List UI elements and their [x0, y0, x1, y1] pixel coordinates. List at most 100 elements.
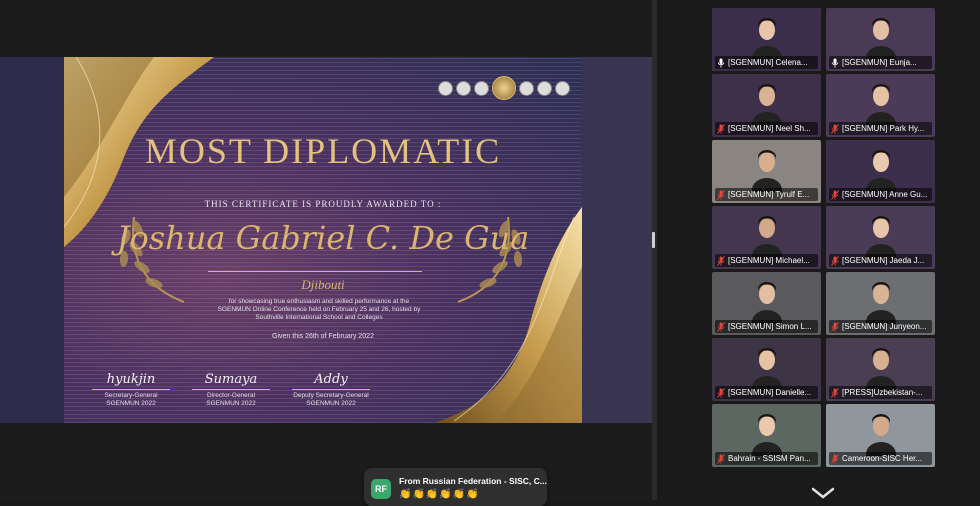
participant-tile[interactable]: [SGENMUN] Jaeda J... — [826, 206, 935, 269]
participant-label: [SGENMUN] Junyeon... — [829, 320, 932, 333]
mic-icon — [717, 58, 725, 67]
participant-tile[interactable]: [SGENMUN] Junyeon... — [826, 272, 935, 335]
signature-block: Addy Deputy Secretary-General SGENMUN 20… — [286, 372, 376, 408]
participant-tile[interactable]: [SGENMUN] Michael... — [712, 206, 821, 269]
participant-name: [SGENMUN] Jaeda J... — [842, 256, 925, 265]
participant-name: [SGENMUN] Junyeon... — [842, 322, 927, 331]
signatory-org: SGENMUN 2022 — [206, 400, 256, 407]
mic-muted-icon — [831, 123, 839, 134]
participant-tile[interactable]: Cameroon-SISC Her... — [826, 404, 935, 467]
name-underline — [208, 271, 422, 272]
mic-muted-icon — [717, 255, 725, 266]
signature-block: hyukjin Secretary-General SGENMUN 2022 — [86, 372, 176, 408]
participant-video — [751, 150, 782, 192]
participant-tile[interactable]: [SGENMUN] Park Hy... — [826, 74, 935, 137]
participant-tile[interactable]: Bahrain - SSISM Pan... — [712, 404, 821, 467]
award-description: for showcasing true enthusiasm and skill… — [217, 298, 421, 321]
chat-notification[interactable]: RF From Russian Federation - SISC, C... … — [364, 468, 547, 506]
mic-muted-icon — [717, 453, 725, 464]
mic-muted-icon — [831, 189, 839, 200]
recipient-country: Djibouti — [301, 277, 345, 292]
participant-label: Bahrain - SSISM Pan... — [715, 452, 818, 465]
participant-tile[interactable]: [SGENMUN] Eunja... — [826, 8, 935, 71]
participant-label: [SGENMUN] Celena... — [715, 56, 818, 69]
mic-muted-icon — [831, 453, 839, 464]
participant-tile[interactable]: [SGENMUN] Tyrulf E... — [712, 140, 821, 203]
participant-video — [865, 150, 896, 192]
participant-video — [751, 348, 782, 390]
participant-video — [751, 414, 782, 456]
participant-video — [751, 84, 782, 126]
participant-label: [PRESS]Uzbekistan-... — [829, 386, 932, 399]
participant-label: [SGENMUN] Michael... — [715, 254, 818, 267]
signatory-role: Secretary-General — [104, 392, 158, 399]
participant-label: [SGENMUN] Neel Sh... — [715, 122, 818, 135]
school-logo — [519, 80, 534, 96]
chat-message: 👏👏👏👏👏👏 — [399, 489, 480, 500]
participant-tile[interactable]: [SGENMUN] Danielle... — [712, 338, 821, 401]
award-date: Given this 26th of February 2022 — [272, 333, 374, 340]
participant-label: [SGENMUN] Danielle... — [715, 386, 818, 399]
signature: Addy — [314, 372, 348, 387]
participant-name: [SGENMUN] Simon L... — [728, 322, 812, 331]
mic-muted-icon — [717, 189, 725, 200]
participant-video — [865, 348, 896, 390]
school-logo — [555, 80, 570, 96]
sgenmun-seal-logo — [492, 76, 516, 100]
participant-tile[interactable]: [PRESS]Uzbekistan-... — [826, 338, 935, 401]
mic-muted-icon — [717, 387, 725, 398]
school-logo — [438, 80, 453, 96]
splitter-handle[interactable] — [652, 232, 655, 248]
participant-name: [SGENMUN] Eunja... — [842, 58, 917, 67]
participant-label: [SGENMUN] Jaeda J... — [829, 254, 932, 267]
participant-label: [SGENMUN] Eunja... — [829, 56, 932, 69]
mic-icon — [831, 58, 839, 67]
participant-video — [865, 282, 896, 324]
participant-name: [SGENMUN] Celena... — [728, 58, 808, 67]
signatory-role: Deputy Secretary-General — [293, 392, 369, 399]
signature: Sumaya — [204, 372, 258, 387]
participant-name: [SGENMUN] Park Hy... — [842, 124, 925, 133]
award-title: MOST DIPLOMATIC — [144, 131, 502, 171]
mic-muted-icon — [717, 123, 725, 134]
mic-muted-icon — [831, 321, 839, 332]
participant-name: Cameroon-SISC Her... — [842, 454, 923, 463]
participant-name: [PRESS]Uzbekistan-... — [842, 388, 923, 397]
signature-block: Sumaya Director-General SGENMUN 2022 — [186, 372, 276, 408]
participant-video — [865, 414, 896, 456]
chat-sender: From Russian Federation - SISC, C... — [399, 476, 547, 486]
chat-avatar: RF — [371, 479, 391, 499]
participant-label: Cameroon-SISC Her... — [829, 452, 932, 465]
school-logo — [537, 80, 552, 96]
participant-name: [SGENMUN] Michael... — [728, 256, 810, 265]
certificate: MOST DIPLOMATIC THIS CERTIFICATE IS PROU… — [64, 57, 582, 423]
chevron-down-icon[interactable] — [810, 487, 836, 499]
participant-video — [865, 18, 896, 60]
shared-screen: MOST DIPLOMATIC THIS CERTIFICATE IS PROU… — [0, 0, 652, 500]
mic-muted-icon — [831, 387, 839, 398]
participant-label: [SGENMUN] Simon L... — [715, 320, 818, 333]
participant-tile[interactable]: [SGENMUN] Celena... — [712, 8, 821, 71]
mic-muted-icon — [831, 255, 839, 266]
participant-name: [SGENMUN] Danielle... — [728, 388, 812, 397]
signatory-org: SGENMUN 2022 — [106, 400, 156, 407]
mic-muted-icon — [717, 321, 725, 332]
participant-label: [SGENMUN] Park Hy... — [829, 122, 932, 135]
recipient-name: Joshua Gabriel C. De Gua — [116, 219, 530, 257]
participant-video — [865, 84, 896, 126]
participant-tile[interactable]: [SGENMUN] Simon L... — [712, 272, 821, 335]
participant-name: [SGENMUN] Anne Gu... — [842, 190, 928, 199]
participant-gallery: [SGENMUN] Celena... [SGENMUN] Eunja... [SG… — [657, 0, 980, 500]
participant-name: Bahrain - SSISM Pan... — [728, 454, 811, 463]
participant-name: [SGENMUN] Tyrulf E... — [728, 190, 810, 199]
participant-tile[interactable]: [SGENMUN] Anne Gu... — [826, 140, 935, 203]
share-background-right — [582, 57, 652, 423]
participant-video — [751, 282, 782, 324]
participant-label: [SGENMUN] Anne Gu... — [829, 188, 932, 201]
participant-tile[interactable]: [SGENMUN] Neel Sh... — [712, 74, 821, 137]
signature: hyukjin — [106, 372, 156, 387]
sponsor-logos — [438, 76, 570, 100]
participant-video — [751, 18, 782, 60]
signatory-role: Director-General — [206, 392, 256, 399]
school-logo — [474, 80, 489, 96]
